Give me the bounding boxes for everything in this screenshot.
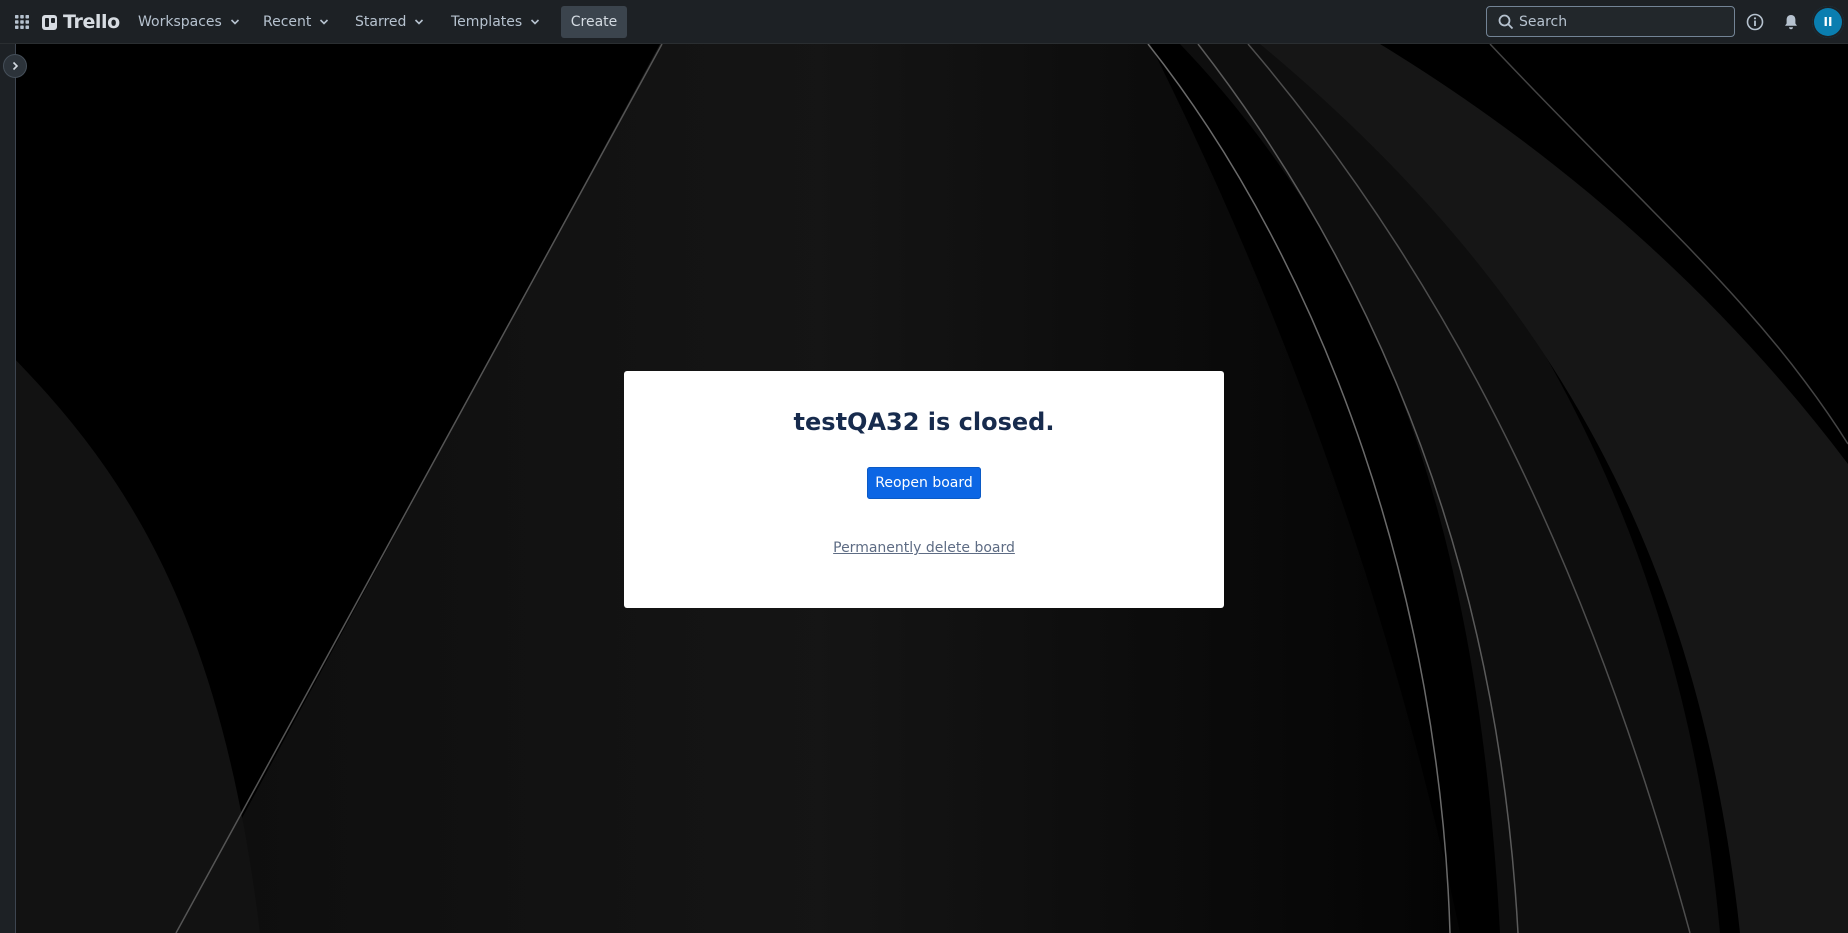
chevron-down-icon (415, 19, 424, 25)
nav-starred[interactable]: Starred (347, 6, 432, 38)
avatar[interactable]: II (1812, 6, 1844, 38)
nav-workspaces-label: Workspaces (138, 14, 222, 30)
dialog-title: testQA32 is closed. (793, 408, 1055, 436)
chevron-down-icon (531, 19, 540, 25)
top-navigation-bar: Trello Workspaces Recent Starred Templat… (0, 0, 1848, 44)
expand-sidebar-button[interactable] (3, 54, 27, 78)
search-box[interactable] (1486, 6, 1735, 37)
chevron-down-icon (320, 19, 329, 25)
permanently-delete-board-link[interactable]: Permanently delete board (624, 540, 1224, 556)
bell-icon[interactable] (1779, 10, 1803, 34)
nav-recent-label: Recent (263, 14, 312, 30)
info-icon[interactable] (1743, 10, 1767, 34)
trello-logo[interactable]: Trello (42, 10, 120, 34)
sidebar-rail (0, 44, 16, 933)
nav-workspaces[interactable]: Workspaces (130, 6, 248, 38)
nav-starred-label: Starred (355, 14, 407, 30)
trello-logo-icon (42, 14, 57, 30)
chevron-right-icon (12, 61, 19, 71)
nav-recent[interactable]: Recent (255, 6, 337, 38)
reopen-board-button[interactable]: Reopen board (867, 467, 981, 499)
search-icon (1493, 14, 1519, 30)
apps-grid-icon[interactable] (10, 10, 34, 34)
nav-templates-label: Templates (451, 14, 523, 30)
nav-templates[interactable]: Templates (443, 6, 548, 38)
trello-logo-text: Trello (63, 11, 120, 33)
create-button[interactable]: Create (561, 6, 627, 38)
search-input[interactable] (1519, 13, 1719, 30)
closed-board-dialog: testQA32 is closed. Reopen board Permane… (624, 371, 1224, 608)
chevron-down-icon (230, 19, 239, 25)
